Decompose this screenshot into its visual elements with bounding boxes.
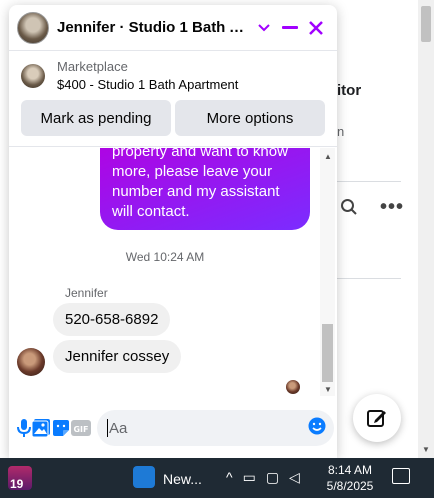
message-composer: GIF [9, 405, 337, 451]
news-icon[interactable] [133, 466, 155, 488]
seen-indicator-avatar [286, 380, 300, 394]
gif-icon[interactable]: GIF [71, 412, 91, 444]
volume-muted-icon[interactable]: ◁ [289, 469, 300, 486]
more-options-button[interactable]: More options [175, 100, 325, 136]
new-message-button[interactable] [353, 394, 401, 442]
chevron-up-icon[interactable]: ^ [226, 469, 233, 486]
photo-icon[interactable] [31, 412, 51, 444]
sticker-icon[interactable] [51, 412, 71, 444]
listing-thumbnail[interactable] [21, 63, 45, 88]
sent-message-text: property and want to know more, please l… [112, 148, 288, 220]
clock-date: 5/8/2025 [326, 479, 374, 493]
chat-title[interactable]: Jennifer · Studio 1 Bath Ap... [57, 19, 251, 36]
sender-avatar[interactable] [17, 348, 45, 376]
sender-name: Jennifer [65, 286, 108, 300]
sent-message-bubble: property and want to know more, please l… [100, 148, 310, 230]
clock[interactable]: 8:14 AM 5/8/2025 [326, 462, 374, 494]
scrollbar-thumb[interactable] [421, 6, 431, 42]
close-icon[interactable] [303, 15, 329, 41]
avatar[interactable] [17, 11, 49, 44]
background-heading: itor [337, 82, 362, 99]
notification-icon[interactable] [392, 468, 410, 484]
marketplace-panel: Marketplace $400 - Studio 1 Bath Apartme… [9, 51, 337, 147]
taskbar: 19 New... ^ ▭ ▢ ◁ 8:14 AM 5/8/2025 [0, 458, 434, 498]
message-timestamp: Wed 10:24 AM [125, 250, 205, 264]
background-text: n [337, 124, 345, 139]
divider [337, 181, 401, 182]
scroll-down-arrow-icon[interactable]: ▼ [422, 445, 430, 454]
mark-as-pending-button[interactable]: Mark as pending [21, 100, 171, 136]
system-tray: ^ ▭ ▢ ◁ [226, 469, 300, 486]
microphone-icon[interactable] [17, 412, 31, 444]
divider [337, 278, 401, 279]
chevron-down-icon[interactable] [251, 15, 277, 41]
chat-scrollbar[interactable]: ▲ ▼ [320, 148, 335, 396]
network-icon[interactable]: ▭ [243, 469, 256, 486]
message-input[interactable] [109, 419, 308, 437]
listing-title[interactable]: $400 - Studio 1 Bath Apartment [57, 77, 238, 92]
scroll-down-arrow-icon[interactable]: ▼ [324, 385, 332, 394]
widget-badge: 19 [10, 477, 24, 491]
svg-text:GIF: GIF [73, 425, 88, 434]
marketplace-label: Marketplace [57, 59, 128, 74]
chat-header[interactable]: Jennifer · Studio 1 Bath Ap... [9, 5, 337, 51]
text-caret [107, 419, 108, 437]
message-input-container[interactable] [97, 410, 334, 446]
received-message-bubble: 520-658-6892 [53, 303, 171, 336]
clock-time: 8:14 AM [327, 463, 373, 477]
message-list: property and want to know more, please l… [9, 148, 337, 398]
page-scrollbar[interactable]: ▼ [418, 0, 434, 458]
scroll-up-arrow-icon[interactable]: ▲ [324, 152, 332, 161]
display-icon[interactable]: ▢ [266, 469, 279, 486]
scrollbar-thumb[interactable] [322, 324, 333, 382]
chat-window: Jennifer · Studio 1 Bath Ap... Marketpla… [9, 5, 337, 458]
more-icon[interactable]: ••• [380, 196, 404, 219]
search-icon[interactable] [340, 198, 358, 216]
emoji-icon[interactable] [308, 417, 326, 440]
news-taskbar-item[interactable]: New... [163, 471, 202, 487]
minimize-icon[interactable] [277, 15, 303, 41]
received-message-bubble: Jennifer cossey [53, 340, 182, 373]
compose-icon [367, 410, 386, 427]
